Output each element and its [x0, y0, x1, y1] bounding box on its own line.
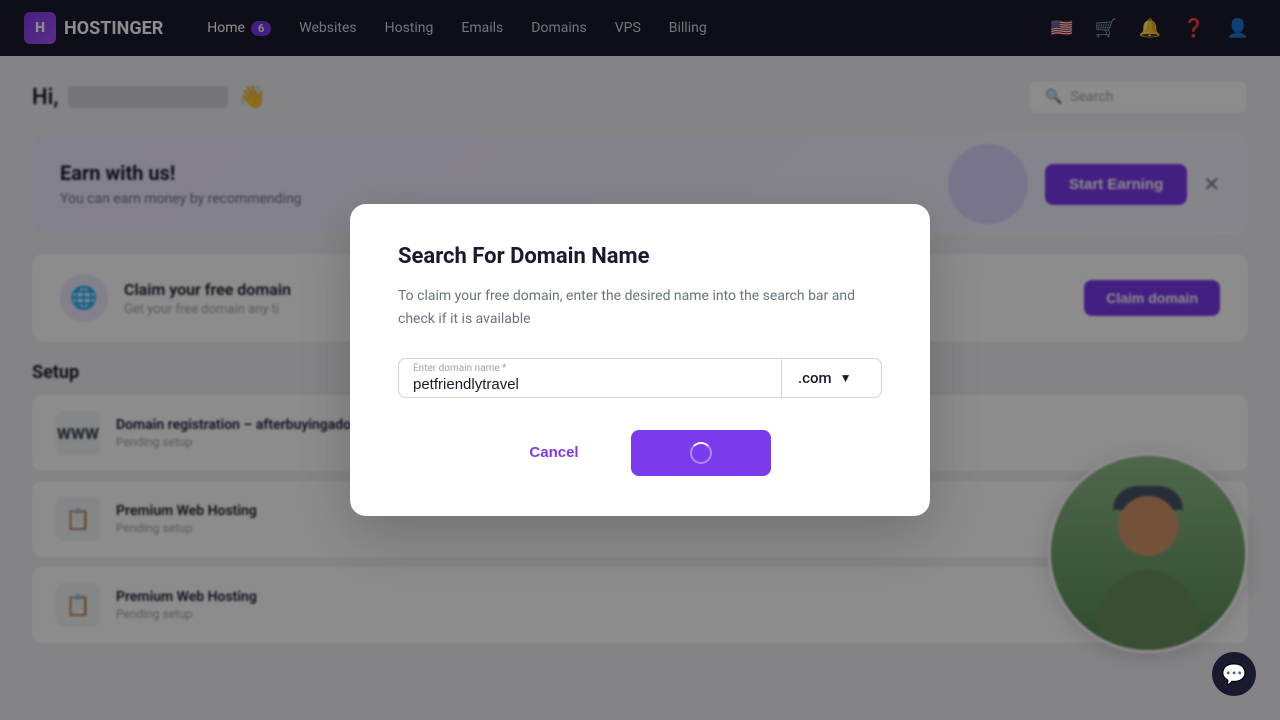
cancel-button[interactable]: Cancel	[509, 434, 598, 471]
modal-title: Search For Domain Name	[398, 244, 882, 269]
chat-icon: 💬	[1222, 662, 1247, 686]
domain-input-wrapper: Enter domain name *	[398, 358, 782, 398]
chevron-down-icon: ▼	[840, 371, 852, 385]
chat-button[interactable]: 💬	[1212, 652, 1256, 696]
modal-actions: Cancel	[398, 430, 882, 476]
search-button[interactable]	[631, 430, 771, 476]
domain-input-label: Enter domain name *	[413, 363, 767, 374]
domain-search-modal: Search For Domain Name To claim your fre…	[350, 204, 930, 516]
modal-description: To claim your free domain, enter the des…	[398, 285, 882, 330]
modal-overlay: Search For Domain Name To claim your fre…	[0, 0, 1280, 720]
domain-name-input[interactable]	[413, 376, 767, 393]
domain-ext-value: .com	[798, 369, 832, 387]
loading-spinner	[690, 442, 712, 464]
domain-ext-select[interactable]: .com ▼	[782, 358, 882, 398]
domain-input-row: Enter domain name * .com ▼	[398, 358, 882, 398]
